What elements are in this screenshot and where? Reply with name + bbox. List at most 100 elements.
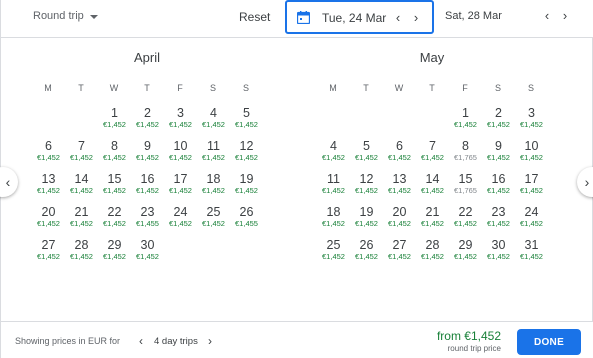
- calendar-day[interactable]: 11 €1,452: [197, 139, 230, 163]
- calendar-day[interactable]: 2 €1,452: [131, 106, 164, 130]
- calendar-day[interactable]: 12 €1,452: [230, 139, 263, 163]
- calendar-day[interactable]: 11 €1,452: [317, 172, 350, 196]
- calendar-day[interactable]: 5 €1,452: [350, 139, 383, 163]
- day-price: €1,452: [202, 120, 225, 129]
- calendar-day[interactable]: 28 €1,452: [65, 238, 98, 262]
- chevron-left-icon[interactable]: ‹: [391, 10, 405, 25]
- calendar-day[interactable]: 14 €1,452: [65, 172, 98, 196]
- calendar-day[interactable]: 10 €1,452: [164, 139, 197, 163]
- calendar-day[interactable]: 6 €1,452: [383, 139, 416, 163]
- calendar-day[interactable]: 8 €1,452: [98, 139, 131, 163]
- previous-months-button[interactable]: ‹: [0, 167, 18, 197]
- date-picker-header: Round trip Reset Tue, 24 Mar ‹ › Sat, 28…: [1, 0, 593, 38]
- calendar-day[interactable]: 3 €1,452: [515, 106, 548, 130]
- calendar-day[interactable]: 17 €1,452: [164, 172, 197, 196]
- day-price: €1,452: [421, 186, 444, 195]
- calendar-day[interactable]: 16 €1,452: [482, 172, 515, 196]
- calendar-day[interactable]: 26 €1,452: [350, 238, 383, 262]
- calendar-day[interactable]: 18 €1,452: [317, 205, 350, 229]
- day-price: €1,765: [454, 186, 477, 195]
- calendar-day[interactable]: 22 €1,452: [98, 205, 131, 229]
- calendar-day[interactable]: 7 €1,452: [416, 139, 449, 163]
- day-price: €1,452: [70, 153, 93, 162]
- day-number: 26: [239, 205, 254, 219]
- calendar-day[interactable]: 13 €1,452: [32, 172, 65, 196]
- calendar-day[interactable]: 25 €1,452: [197, 205, 230, 229]
- calendar-day[interactable]: 18 €1,452: [197, 172, 230, 196]
- calendar-day[interactable]: 9 €1,452: [482, 139, 515, 163]
- calendar-day[interactable]: 30 €1,452: [482, 238, 515, 262]
- calendar-day[interactable]: 24 €1,452: [515, 205, 548, 229]
- calendar-day[interactable]: 15 €1,452: [98, 172, 131, 196]
- return-date-field[interactable]: Sat, 28 Mar: [445, 10, 502, 22]
- calendar-day[interactable]: 10 €1,452: [515, 139, 548, 163]
- day-price: €1,452: [520, 186, 543, 195]
- calendar-day[interactable]: 27 €1,452: [32, 238, 65, 262]
- calendar-day[interactable]: 4 €1,452: [197, 106, 230, 130]
- calendar-day[interactable]: 19 €1,452: [230, 172, 263, 196]
- day-number: 9: [495, 139, 502, 153]
- calendar-day[interactable]: 26 €1,455: [230, 205, 263, 229]
- weekday-label: T: [78, 83, 84, 93]
- calendar-day[interactable]: 15 €1,765: [449, 172, 482, 196]
- chevron-left-icon: ‹: [5, 174, 11, 190]
- calendar-day[interactable]: 16 €1,452: [131, 172, 164, 196]
- calendar-day[interactable]: 6 €1,452: [32, 139, 65, 163]
- calendar-day[interactable]: 21 €1,452: [416, 205, 449, 229]
- calendar-day[interactable]: 30 €1,452: [131, 238, 164, 262]
- weekday-label: S: [494, 83, 501, 93]
- trip-type-select[interactable]: Round trip: [33, 10, 98, 22]
- calendar-day[interactable]: 22 €1,452: [449, 205, 482, 229]
- calendar-day[interactable]: 20 €1,452: [32, 205, 65, 229]
- calendar-day[interactable]: 21 €1,452: [65, 205, 98, 229]
- calendar-day[interactable]: 3 €1,452: [164, 106, 197, 130]
- calendar-day[interactable]: 20 €1,452: [383, 205, 416, 229]
- day-number: 4: [330, 139, 337, 153]
- calendar-day[interactable]: 13 €1,452: [383, 172, 416, 196]
- day-price: €1,452: [136, 252, 159, 261]
- chevron-left-icon[interactable]: ‹: [139, 334, 143, 348]
- calendar-day[interactable]: 27 €1,452: [383, 238, 416, 262]
- chevron-left-icon[interactable]: ‹: [540, 8, 554, 23]
- day-price: €1,452: [202, 219, 225, 228]
- day-price: €1,452: [487, 120, 510, 129]
- chevron-right-icon[interactable]: ›: [409, 10, 423, 25]
- calendar-day[interactable]: 28 €1,452: [416, 238, 449, 262]
- calendar-day[interactable]: 31 €1,452: [515, 238, 548, 262]
- chevron-right-icon[interactable]: ›: [208, 334, 212, 348]
- calendar-day[interactable]: 19 €1,452: [350, 205, 383, 229]
- calendar-day[interactable]: 24 €1,452: [164, 205, 197, 229]
- calendar-day[interactable]: 23 €1,455: [131, 205, 164, 229]
- calendar-day[interactable]: 4 €1,452: [317, 139, 350, 163]
- weekday-label: F: [462, 83, 468, 93]
- next-months-button[interactable]: ›: [577, 167, 593, 197]
- departure-date-field[interactable]: Tue, 24 Mar ‹ ›: [285, 0, 434, 34]
- calendar-day[interactable]: 25 €1,452: [317, 238, 350, 262]
- reset-button[interactable]: Reset: [239, 10, 270, 24]
- calendar-day[interactable]: 8 €1,765: [449, 139, 482, 163]
- calendar-day[interactable]: 23 €1,452: [482, 205, 515, 229]
- day-price: €1,452: [388, 153, 411, 162]
- calendar-day[interactable]: 14 €1,452: [416, 172, 449, 196]
- calendar-day[interactable]: 5 €1,452: [230, 106, 263, 130]
- calendar-day[interactable]: 12 €1,452: [350, 172, 383, 196]
- calendar-day[interactable]: 2 €1,452: [482, 106, 515, 130]
- day-price: €1,452: [322, 219, 345, 228]
- day-number: 24: [173, 205, 188, 219]
- calendar-day[interactable]: 7 €1,452: [65, 139, 98, 163]
- calendar-day[interactable]: 29 €1,452: [98, 238, 131, 262]
- day-price: €1,452: [487, 153, 510, 162]
- day-number: 12: [359, 172, 374, 186]
- currency-note: Showing prices in EUR for: [15, 336, 121, 346]
- chevron-right-icon[interactable]: ›: [558, 8, 572, 23]
- calendar-day[interactable]: 1 €1,452: [98, 106, 131, 130]
- departure-date-value: Tue, 24 Mar: [322, 11, 387, 25]
- day-price: €1,765: [454, 153, 477, 162]
- calendar-day[interactable]: 29 €1,452: [449, 238, 482, 262]
- day-number: 8: [111, 139, 118, 153]
- day-number: 1: [111, 106, 118, 120]
- calendar-day[interactable]: 1 €1,452: [449, 106, 482, 130]
- calendar-day[interactable]: 9 €1,452: [131, 139, 164, 163]
- done-button[interactable]: DONE: [517, 329, 581, 355]
- calendar-day[interactable]: 17 €1,452: [515, 172, 548, 196]
